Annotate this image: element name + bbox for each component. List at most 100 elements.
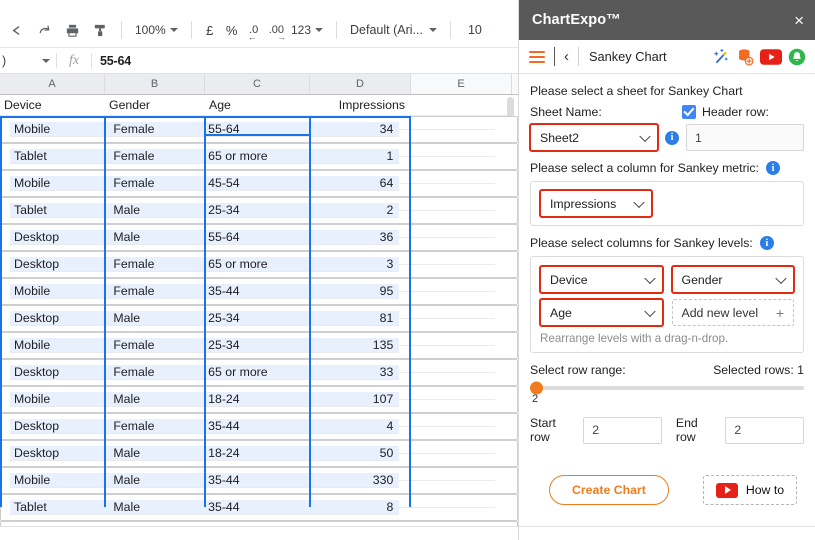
column-header-b[interactable]: B xyxy=(105,74,205,94)
cell-c[interactable]: 35-44 xyxy=(204,283,304,299)
cell-e[interactable] xyxy=(399,317,495,319)
cell-b[interactable]: Female xyxy=(109,364,205,380)
cell-c[interactable]: Age xyxy=(205,95,310,116)
cell-a[interactable]: Device xyxy=(0,95,105,116)
cell-b[interactable]: Male xyxy=(109,310,205,326)
cell-e[interactable] xyxy=(399,371,495,373)
cell-a[interactable]: Desktop xyxy=(10,445,110,461)
print-icon[interactable] xyxy=(58,16,86,44)
level-3-select[interactable]: Age xyxy=(539,298,664,327)
start-row-input[interactable]: 2 xyxy=(583,416,662,444)
cell-b[interactable]: Gender xyxy=(105,95,205,116)
row-range-slider[interactable] xyxy=(530,381,804,395)
cell-b[interactable]: Male xyxy=(109,202,205,218)
cell-d[interactable]: 8 xyxy=(303,499,400,515)
bell-icon[interactable] xyxy=(788,48,806,66)
font-size-value[interactable]: 10 xyxy=(458,23,492,37)
cell-a[interactable]: Desktop xyxy=(10,256,110,272)
cell-e[interactable] xyxy=(399,155,495,157)
currency-format-button[interactable]: £ xyxy=(199,17,221,43)
cell-a[interactable]: Desktop xyxy=(10,229,110,245)
cell-e[interactable] xyxy=(399,236,495,238)
cell-b[interactable]: Male xyxy=(109,229,205,245)
cell-a[interactable]: Tablet xyxy=(10,499,110,515)
cell-e[interactable] xyxy=(411,95,512,116)
cell-a[interactable]: Mobile xyxy=(10,337,110,353)
cell-c[interactable]: 35-44 xyxy=(204,499,304,515)
cell-b[interactable]: Female xyxy=(109,175,205,191)
column-header-d[interactable]: D xyxy=(310,74,411,94)
cell-c[interactable]: 65 or more xyxy=(204,364,304,380)
metric-info-icon[interactable]: i xyxy=(765,161,780,175)
metric-select[interactable]: Impressions xyxy=(539,189,653,218)
increase-decimal-button[interactable]: .00 → xyxy=(265,17,288,43)
cell-c[interactable]: 35-44 xyxy=(204,418,304,434)
level-2-select[interactable]: Gender xyxy=(670,265,795,294)
cell-e[interactable] xyxy=(399,479,495,481)
create-chart-button[interactable]: Create Chart xyxy=(549,475,669,505)
column-header-a[interactable]: A xyxy=(0,74,105,94)
cell-b[interactable]: Male xyxy=(109,391,205,407)
cell-d[interactable]: 50 xyxy=(303,445,400,461)
cell-b[interactable]: Female xyxy=(109,283,205,299)
cell-c[interactable]: 25-34 xyxy=(204,337,304,353)
slider-handle[interactable] xyxy=(530,381,543,395)
cell-b[interactable]: Male xyxy=(109,499,205,515)
end-row-input[interactable]: 2 xyxy=(725,416,804,444)
cell-a[interactable]: Tablet xyxy=(10,202,110,218)
column-header-e[interactable]: E xyxy=(411,74,512,94)
cell-d[interactable]: 4 xyxy=(303,418,400,434)
cell-c[interactable]: 55-64 xyxy=(204,229,304,245)
cell-a[interactable]: Mobile xyxy=(10,391,110,407)
cell-e[interactable] xyxy=(399,344,495,346)
cell-a[interactable]: Desktop xyxy=(10,310,110,326)
formula-input[interactable]: 55-64 xyxy=(92,54,131,68)
cell-e[interactable] xyxy=(399,263,495,265)
percent-format-button[interactable]: % xyxy=(221,17,243,43)
cell-d[interactable]: 64 xyxy=(303,175,400,191)
name-box[interactable]: ) xyxy=(0,54,56,68)
cell-a[interactable]: Mobile xyxy=(10,121,110,137)
sheet-info-icon[interactable]: i xyxy=(665,130,679,145)
undo-icon[interactable] xyxy=(2,16,30,44)
cell-c[interactable]: 18-24 xyxy=(204,391,304,407)
cell-b[interactable]: Female xyxy=(109,148,205,164)
cell-e[interactable] xyxy=(399,452,495,454)
column-header-c[interactable]: C xyxy=(205,74,310,94)
cell-d[interactable]: Impressions xyxy=(310,95,411,116)
cell-d[interactable]: 107 xyxy=(303,391,400,407)
cell-e[interactable] xyxy=(399,290,495,292)
sheet-name-select[interactable]: Sheet2 xyxy=(529,123,659,152)
youtube-icon[interactable] xyxy=(760,48,782,65)
cell-d[interactable]: 1 xyxy=(303,148,400,164)
cell-a[interactable]: Mobile xyxy=(10,175,110,191)
cell-a[interactable]: Desktop xyxy=(10,364,110,380)
cell-c[interactable]: 18-24 xyxy=(204,445,304,461)
cell-b[interactable]: Female xyxy=(109,256,205,272)
cell-c[interactable]: 45-54 xyxy=(204,175,304,191)
cell-e[interactable] xyxy=(399,506,495,508)
cell-a[interactable]: Desktop xyxy=(10,418,110,434)
cell-d[interactable]: 81 xyxy=(303,310,400,326)
header-row-input[interactable]: 1 xyxy=(686,124,804,151)
cell-c[interactable]: 65 or more xyxy=(204,148,304,164)
close-icon[interactable]: × xyxy=(794,12,804,29)
magic-wand-icon[interactable] xyxy=(711,48,730,65)
cell-e[interactable] xyxy=(399,398,495,400)
cell-a[interactable]: Mobile xyxy=(10,472,110,488)
cell-b[interactable]: Male xyxy=(109,472,205,488)
cell-d[interactable]: 2 xyxy=(303,202,400,218)
cell-d[interactable]: 135 xyxy=(303,337,400,353)
cell-e[interactable] xyxy=(399,182,495,184)
add-new-level-button[interactable]: Add new level + xyxy=(671,299,794,326)
cell-e[interactable] xyxy=(399,425,495,427)
font-family-selector[interactable]: Default (Ari... xyxy=(344,17,443,43)
cell-d[interactable]: 95 xyxy=(303,283,400,299)
zoom-control[interactable]: 100% xyxy=(129,17,184,43)
hamburger-menu-icon[interactable] xyxy=(529,50,545,63)
cell-d[interactable]: 33 xyxy=(303,364,400,380)
cell-e[interactable] xyxy=(399,128,495,130)
how-to-button[interactable]: How to xyxy=(702,475,798,505)
cell-d[interactable]: 3 xyxy=(303,256,400,272)
paint-format-icon[interactable] xyxy=(86,16,114,44)
